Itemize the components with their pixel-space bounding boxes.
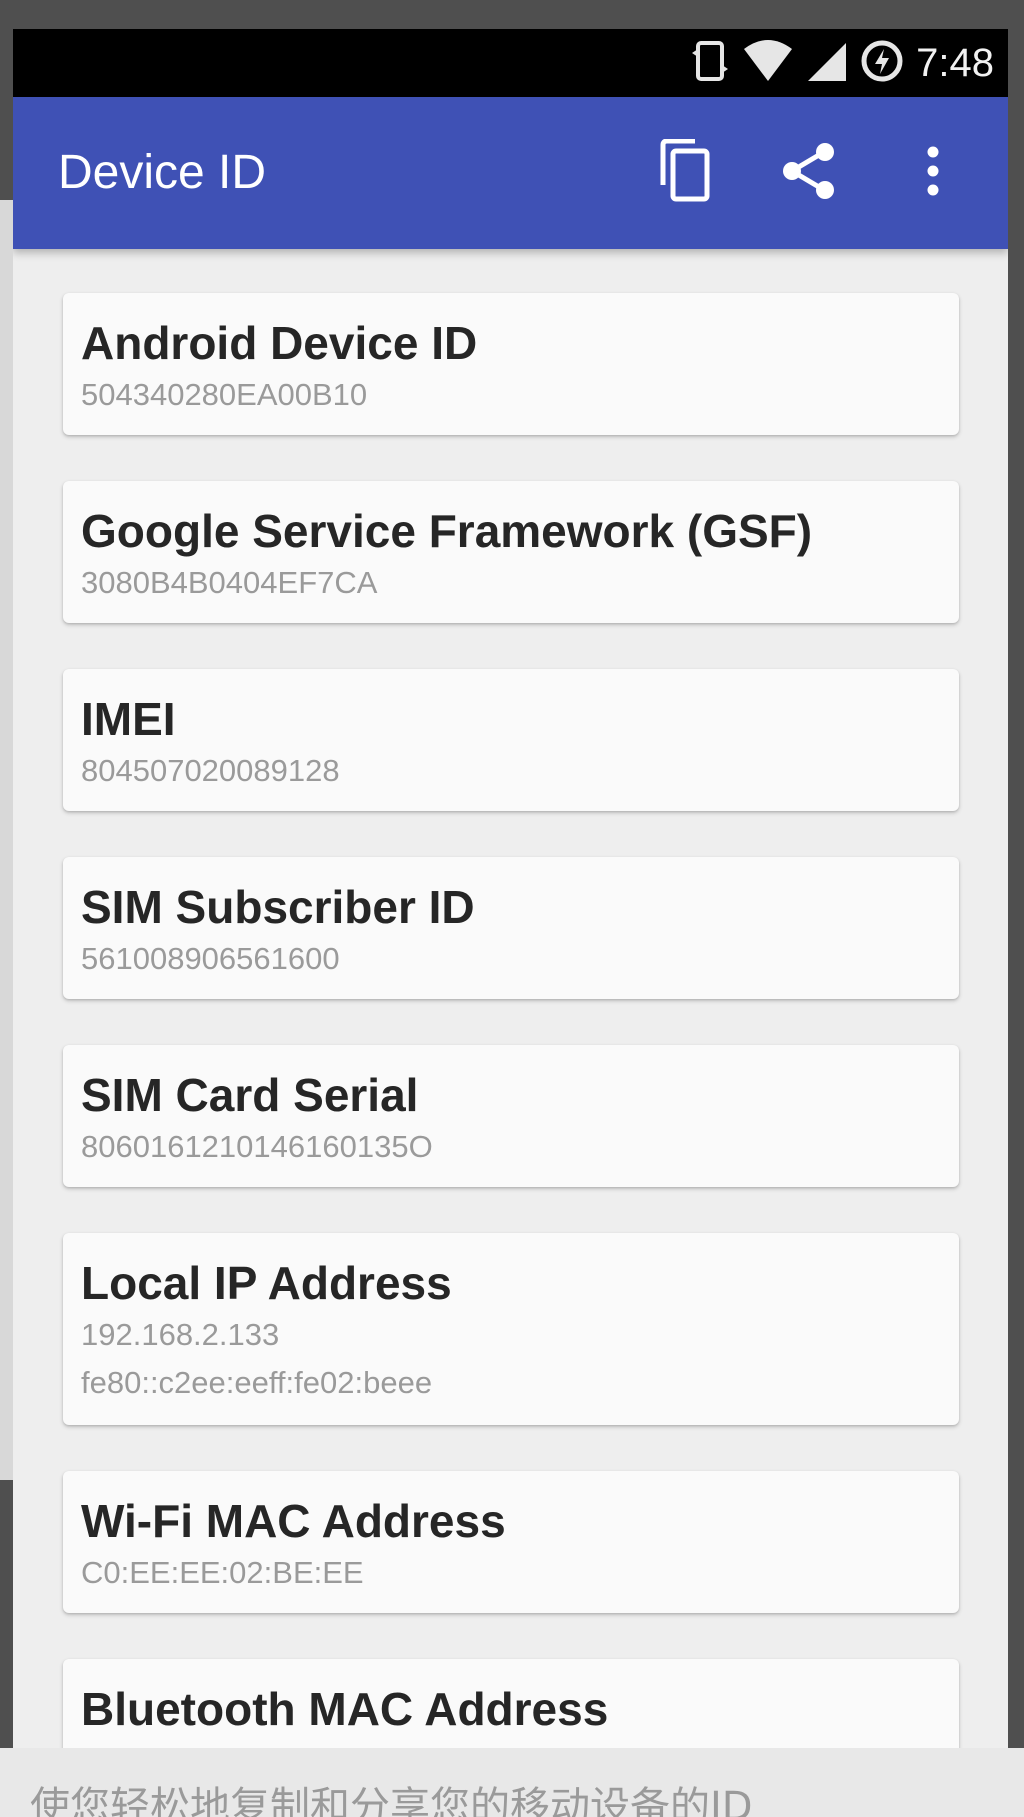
card-title: Wi-Fi MAC Address (81, 1495, 506, 1547)
card-value: C0:EE:EE:02:BE:EE (81, 1555, 364, 1590)
card-gsf-id[interactable]: Google Service Framework (GSF) 3080B4B04… (63, 481, 959, 623)
screen-rotate-icon (690, 39, 730, 88)
card-title: IMEI (81, 693, 176, 745)
share-icon (780, 142, 838, 205)
card-sim-card-serial[interactable]: SIM Card Serial 8060161210146160135O (63, 1045, 959, 1187)
phone-screen: 7:48 Device ID Android Device ID 5043402… (13, 29, 1008, 1748)
wifi-icon (742, 39, 794, 88)
data-saver-icon (860, 39, 904, 88)
card-imei[interactable]: IMEI 804507020089128 (63, 669, 959, 811)
card-local-ip-address[interactable]: Local IP Address 192.168.2.133 fe80::c2e… (63, 1233, 959, 1425)
card-title: Bluetooth MAC Address (81, 1683, 609, 1735)
more-options-button[interactable] (893, 133, 973, 213)
status-time: 7:48 (916, 40, 994, 85)
card-wifi-mac-address[interactable]: Wi-Fi MAC Address C0:EE:EE:02:BE:EE (63, 1471, 959, 1613)
card-title: Google Service Framework (GSF) (81, 505, 813, 557)
card-value-ipv4: 192.168.2.133 (81, 1317, 280, 1352)
card-value: 8060161210146160135O (81, 1129, 433, 1164)
background-caption: 使您轻松地复制和分享您的移动设备的ID (30, 1784, 753, 1817)
background-caption-area: 使您轻松地复制和分享您的移动设备的ID (0, 1748, 1024, 1817)
card-android-device-id[interactable]: Android Device ID 504340280EA00B10 (63, 293, 959, 435)
card-title: Android Device ID (81, 317, 478, 369)
card-title: SIM Subscriber ID (81, 881, 475, 933)
card-sim-subscriber-id[interactable]: SIM Subscriber ID 561008906561600 (63, 857, 959, 999)
device-id-list: Android Device ID 504340280EA00B10 Googl… (13, 249, 1008, 1748)
screenshot-frame: 使您轻松地复制和分享您的移动设备的ID 7:48 Device ID Andro… (0, 0, 1024, 1817)
more-vert-icon (923, 146, 943, 201)
copy-icon (657, 138, 713, 208)
card-value: 3080B4B0404EF7CA (81, 565, 378, 600)
card-value: 504340280EA00B10 (81, 377, 368, 412)
card-value: 561008906561600 (81, 941, 340, 976)
copy-button[interactable] (645, 133, 725, 213)
status-bar: 7:48 (13, 29, 1008, 97)
card-value: 804507020089128 (81, 753, 340, 788)
background-page-edge (0, 200, 14, 1480)
share-button[interactable] (769, 133, 849, 213)
card-value-ipv6: fe80::c2ee:eeff:fe02:beee (81, 1365, 433, 1400)
app-bar: Device ID (13, 97, 1008, 249)
cell-signal-icon (806, 39, 848, 88)
card-title: Local IP Address (81, 1257, 452, 1309)
app-title: Device ID (58, 146, 267, 199)
card-bluetooth-mac-address[interactable]: Bluetooth MAC Address (63, 1659, 959, 1748)
card-title: SIM Card Serial (81, 1069, 419, 1121)
